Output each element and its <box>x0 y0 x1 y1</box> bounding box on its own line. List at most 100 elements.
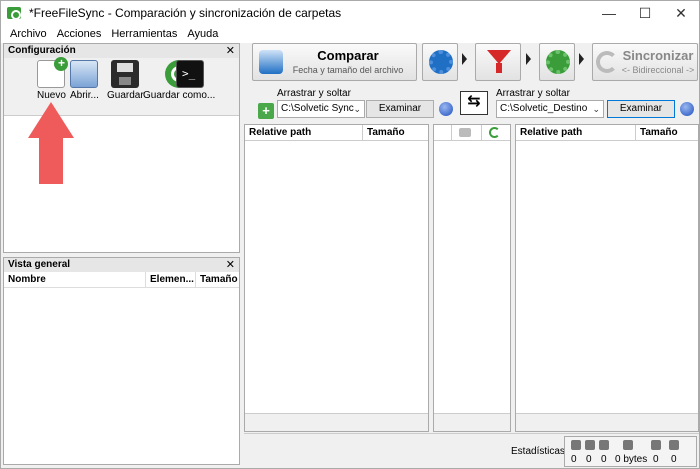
menu-ayuda[interactable]: Ayuda <box>182 28 223 40</box>
left-file-grid[interactable]: Relative path Tamaño <box>244 124 429 432</box>
left-col-relative-path[interactable]: Relative path <box>245 125 363 141</box>
batch-console-icon: >_ <box>176 60 204 88</box>
main-toolbar: Comparar Fecha y tamaño del archivo Sinc… <box>244 43 699 83</box>
swap-sides-button[interactable]: ⇆ <box>460 91 488 115</box>
statistics-box: 0 0 0 0 bytes 0 0 <box>564 436 697 467</box>
overview-col-nombre[interactable]: Nombre <box>4 272 146 288</box>
right-path-dropdown-chevron-icon[interactable]: ⌄ <box>592 101 600 117</box>
left-folder-path-input[interactable]: C:\Solvetic Sync ⌄ <box>277 100 365 118</box>
left-grid-footer <box>245 413 428 431</box>
overview-col-elementos[interactable]: Elemen... <box>146 272 196 288</box>
app-window: *FreeFileSync - Comparación y sincroniza… <box>0 0 700 469</box>
compare-button[interactable]: Comparar Fecha y tamaño del archivo <box>252 43 417 81</box>
update-right-icon <box>669 440 679 450</box>
compare-title: Comparar <box>317 48 379 63</box>
stat-update-right: 0 <box>671 454 677 465</box>
left-folder-path-value: C:\Solvetic Sync <box>281 103 354 114</box>
synchronize-subtitle: <- Bidireccional -> <box>621 65 695 75</box>
menu-herramientas[interactable]: Herramientas <box>106 28 182 40</box>
sync-settings-button[interactable] <box>539 43 575 81</box>
add-folder-pair-icon[interactable]: + <box>258 103 274 119</box>
left-col-tamano[interactable]: Tamaño <box>363 125 428 141</box>
camera-icon <box>459 128 471 137</box>
create-left-icon <box>571 440 581 450</box>
filter-funnel-icon <box>487 50 511 64</box>
update-left-icon <box>585 440 595 450</box>
delete-left-icon <box>599 440 609 450</box>
red-up-arrow-annotation <box>28 102 74 186</box>
create-right-icon <box>651 440 661 450</box>
right-grid-header: Relative path Tamaño <box>516 125 698 141</box>
window-controls: — ☐ ✕ <box>591 1 699 25</box>
window-title: *FreeFileSync - Comparación y sincroniza… <box>29 6 342 20</box>
statistics-label: Estadísticas: <box>511 446 568 457</box>
minimize-button[interactable]: — <box>591 1 627 25</box>
compare-settings-button[interactable] <box>422 43 458 81</box>
sync-gear-icon <box>546 50 570 74</box>
open-config-label: Abrir... <box>70 90 99 101</box>
right-cloud-folder-icon[interactable] <box>680 102 694 116</box>
right-folder-path-input[interactable]: C:\Solvetic_Destino ⌄ <box>496 100 604 118</box>
data-transfer-icon <box>623 440 633 450</box>
overview-col-tamano[interactable]: Tamaño <box>196 272 239 288</box>
save-icon <box>111 60 140 88</box>
synchronize-icon <box>596 51 618 73</box>
stat-create-right: 0 <box>653 454 659 465</box>
config-panel-header: Configuración ✕ <box>4 44 239 58</box>
status-bar: Estadísticas: 0 0 0 0 bytes 0 0 <box>244 433 699 468</box>
filter-button[interactable] <box>475 43 521 81</box>
config-panel: Configuración ✕ + Nuevo Abrir... Guardar <box>3 43 240 253</box>
right-drag-drop-label: Arrastrar y soltar <box>496 88 570 99</box>
save-as-label: Guardar como... <box>143 90 216 101</box>
save-config-button[interactable]: Guardar <box>107 60 144 101</box>
synchronize-button[interactable]: Sincronizar <- Bidireccional -> <box>592 43 698 81</box>
right-col-tamano[interactable]: Tamaño <box>636 125 698 141</box>
overview-panel-close-icon[interactable]: ✕ <box>226 258 235 272</box>
sync-settings-dropdown-icon[interactable] <box>579 53 584 65</box>
right-file-grid[interactable]: Relative path Tamaño <box>515 124 699 432</box>
compare-settings-dropdown-icon[interactable] <box>462 53 467 65</box>
left-browse-button[interactable]: Examinar <box>366 100 434 118</box>
middle-grid-header <box>434 125 510 141</box>
overview-panel: Vista general ✕ Nombre Elemen... Tamaño <box>3 257 240 465</box>
overview-panel-header: Vista general ✕ <box>4 258 239 272</box>
maximize-button[interactable]: ☐ <box>627 1 663 25</box>
folder-pair-row: + Arrastrar y soltar C:\Solvetic Sync ⌄ … <box>244 85 699 123</box>
right-grid-footer <box>516 413 698 431</box>
stat-delete-left: 0 <box>601 454 607 465</box>
freefilesync-logo-icon <box>7 5 23 21</box>
middle-col-sync-action[interactable] <box>482 125 510 141</box>
compare-gear-icon <box>429 50 453 74</box>
filter-dropdown-icon[interactable] <box>526 53 531 65</box>
menu-acciones[interactable]: Acciones <box>52 28 107 40</box>
new-config-button[interactable]: + Nuevo <box>37 57 69 101</box>
right-col-relative-path[interactable]: Relative path <box>516 125 636 141</box>
save-as-batch-button[interactable]: >_ <box>176 60 204 88</box>
config-panel-title: Configuración <box>8 45 76 56</box>
left-drag-drop-label: Arrastrar y soltar <box>277 88 351 99</box>
save-config-label: Guardar <box>107 90 144 101</box>
middle-action-grid[interactable] <box>433 124 511 432</box>
menu-archivo[interactable]: Archivo <box>5 28 52 40</box>
overview-column-headers: Nombre Elemen... Tamaño <box>4 272 239 288</box>
open-config-button[interactable]: Abrir... <box>70 60 99 101</box>
new-config-label: Nuevo <box>37 90 66 101</box>
stat-create-left: 0 <box>571 454 577 465</box>
overview-panel-title: Vista general <box>8 259 71 270</box>
right-folder-path-value: C:\Solvetic_Destino <box>500 103 588 114</box>
middle-col-compare-category[interactable] <box>452 125 482 141</box>
middle-col-checkbox[interactable] <box>434 125 452 141</box>
synchronize-title: Sincronizar <box>622 48 694 63</box>
menu-bar: Archivo Acciones Herramientas Ayuda <box>1 25 699 43</box>
close-button[interactable]: ✕ <box>663 1 699 25</box>
sync-action-icon <box>489 127 500 138</box>
middle-grid-footer <box>434 413 510 431</box>
left-path-dropdown-chevron-icon[interactable]: ⌄ <box>353 101 361 117</box>
stat-update-left: 0 <box>586 454 592 465</box>
new-file-icon: + <box>37 57 69 88</box>
stat-bytes: 0 bytes <box>615 454 648 465</box>
config-panel-close-icon[interactable]: ✕ <box>226 44 235 58</box>
right-browse-button[interactable]: Examinar <box>607 100 675 118</box>
open-icon <box>70 60 99 88</box>
left-cloud-folder-icon[interactable] <box>439 102 453 116</box>
